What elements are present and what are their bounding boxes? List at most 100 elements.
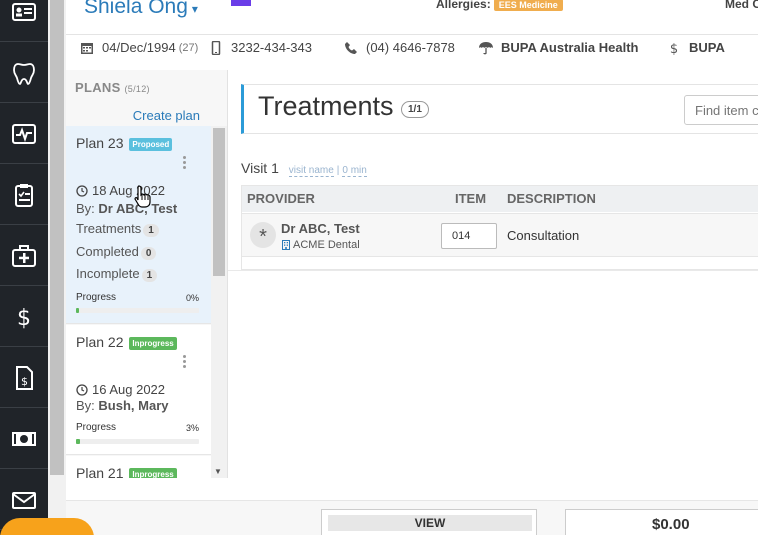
table-header: PROVIDER ITEM DESCRIPTION — [242, 186, 758, 212]
hand-cursor-icon — [134, 185, 151, 208]
incomplete-stat: Incomplete 1 — [76, 266, 158, 282]
footer-bar: VIEW $0.00 — [66, 500, 758, 535]
plan-author: By: Dr ABC, Test — [76, 201, 177, 216]
medical-alerts-label: Med C — [725, 0, 758, 11]
more-options-icon[interactable] — [183, 156, 187, 171]
nav-scroll-thumb[interactable] — [50, 0, 64, 475]
progress-bar — [76, 439, 199, 444]
allergy-badge[interactable]: EES Medicine — [493, 0, 563, 11]
allergies-label: Allergies: — [436, 0, 491, 11]
find-item-input[interactable] — [684, 95, 758, 125]
nav-billing[interactable]: $ — [0, 287, 48, 347]
svg-text:$: $ — [17, 306, 31, 330]
divider — [228, 270, 758, 271]
pulse-icon — [12, 123, 36, 144]
app-root: $ $ Shiela Ong ▾ Allergies: EES Medicine M… — [0, 0, 758, 535]
treatments-panel: Treatments 1/1 Visit 1 visit name|0 min … — [228, 70, 758, 500]
dollar-icon: $ — [670, 42, 678, 55]
nav-invoices[interactable]: $ — [0, 348, 48, 408]
column-provider[interactable]: PROVIDER — [247, 191, 315, 206]
completed-stat: Completed 0 — [76, 244, 157, 260]
plan-card[interactable]: Plan 23 Proposed 18 Aug 2022 By: Dr ABC,… — [66, 126, 211, 324]
building-icon — [282, 240, 290, 250]
umbrella-icon — [479, 41, 493, 54]
invoice-icon: $ — [16, 365, 33, 390]
mobile-info[interactable]: 3232-434-343 — [209, 40, 312, 55]
plan-name: Plan 23 — [76, 135, 124, 151]
treatments-stat: Treatments 1 — [76, 221, 159, 237]
billing-info[interactable]: $ BUPA — [667, 40, 725, 55]
progress-label: Progress — [76, 422, 117, 433]
insurer-info[interactable]: BUPA Australia Health — [479, 40, 639, 55]
plan-title: Plan 21 Inprogress — [76, 465, 177, 478]
plans-scrollbar[interactable]: ▼ — [211, 126, 227, 478]
treatments-count: 1 — [143, 224, 159, 237]
author-name: Bush, Mary — [98, 398, 169, 413]
total-amount: $0.00 — [652, 516, 690, 533]
nav-treatment-plans[interactable] — [0, 165, 48, 225]
phone-icon — [345, 41, 357, 54]
view-button[interactable]: VIEW — [321, 509, 537, 535]
plan-name: Plan 22 — [76, 334, 124, 350]
help-button[interactable] — [0, 518, 94, 535]
plan-card[interactable]: Plan 22 Inprogress 16 Aug 2022 By: Bush,… — [66, 325, 211, 455]
phone-info[interactable]: (04) 4646-7878 — [344, 40, 455, 55]
plans-title: PLANS — [75, 80, 121, 95]
plan-card[interactable]: Plan 21 Inprogress — [66, 456, 211, 478]
dollar-icon: $ — [17, 306, 31, 330]
patient-name: Shiela Ong — [84, 0, 188, 18]
visit-name-link[interactable]: visit name — [288, 165, 334, 177]
svg-text:$: $ — [670, 42, 678, 55]
plan-author: By: Bush, Mary — [76, 398, 169, 413]
treatments-table: PROVIDER ITEM DESCRIPTION * Dr ABC, Test… — [241, 185, 758, 270]
tooth-icon — [13, 62, 35, 85]
nav-patient-card[interactable] — [0, 0, 48, 42]
item-code-field[interactable]: 014 — [441, 223, 497, 249]
provider-avatar: * — [250, 222, 276, 248]
plan-name: Plan 21 — [76, 465, 124, 478]
create-plan-link[interactable]: Create plan — [133, 108, 200, 123]
nav-dental[interactable] — [0, 43, 48, 103]
visit-duration-link[interactable]: 0 min — [342, 165, 367, 177]
nav-payments[interactable] — [0, 409, 48, 469]
visit-header: Visit 1 visit name | 0 min — [241, 160, 367, 177]
plans-heading: PLANS (5/12) — [75, 80, 150, 95]
item-description: Consultation — [507, 228, 580, 243]
visit-separator: | — [336, 165, 340, 176]
patient-flag — [231, 0, 251, 6]
status-badge: Inprogress — [129, 336, 177, 350]
plans-scroll-thumb[interactable] — [213, 128, 225, 276]
nav-charting[interactable] — [0, 104, 48, 164]
table-row[interactable]: * Dr ABC, Test ACME Dental 014 Consultat… — [242, 213, 758, 257]
nav-medical[interactable] — [0, 226, 48, 286]
age: (27) — [178, 41, 199, 54]
progress-percent: 0% — [185, 293, 199, 303]
scroll-down-icon[interactable]: ▼ — [214, 467, 222, 476]
insurer-name: BUPA Australia Health — [501, 40, 639, 55]
progress-fill — [76, 308, 79, 313]
incomplete-count: 1 — [141, 269, 158, 282]
dob: 04/Dec/1994 — [102, 40, 176, 55]
treatments-count: 1/1 — [401, 101, 429, 118]
patient-header: Shiela Ong ▾ Allergies: EES Medicine Med C… — [66, 0, 758, 68]
plan-title: Plan 22 Inprogress — [76, 334, 177, 350]
provider-clinic: ACME Dental — [281, 239, 360, 251]
more-options-icon[interactable] — [183, 355, 187, 370]
id-card-icon — [12, 2, 36, 21]
completed-count: 0 — [140, 247, 157, 260]
status-badge: Inprogress — [129, 467, 177, 478]
patient-name-dropdown[interactable]: Shiela Ong ▾ — [84, 0, 198, 19]
progress-label: Progress — [76, 292, 117, 303]
column-item[interactable]: ITEM — [455, 191, 486, 206]
progress-fill — [76, 439, 80, 444]
dob-info: 04/Dec/1994 (27) — [80, 40, 198, 55]
total-box: $0.00 — [565, 509, 758, 535]
nav-scrollbar[interactable] — [48, 0, 66, 535]
plan-date-text: 16 Aug 2022 — [92, 382, 166, 397]
clock-icon — [76, 184, 88, 197]
status-badge: Proposed — [129, 137, 173, 151]
plan-date: 16 Aug 2022 — [76, 382, 165, 397]
treatments-title: Treatments — [258, 91, 394, 121]
clock-icon — [76, 383, 88, 396]
column-description[interactable]: DESCRIPTION — [507, 191, 596, 206]
